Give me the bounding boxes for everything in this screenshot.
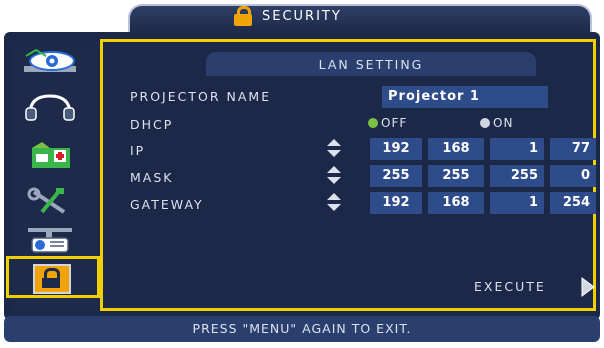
sidebar-item-picture[interactable] [18, 46, 82, 76]
sidebar-item-security[interactable] [6, 256, 100, 298]
execute-button[interactable]: EXECUTE [474, 279, 546, 294]
projector-name-label: PROJECTOR NAME [130, 89, 272, 104]
dhcp-label: DHCP [130, 117, 174, 132]
dhcp-off-label: OFF [381, 116, 408, 130]
footer-hint: PRESS "MENU" AGAIN TO EXIT. [4, 316, 600, 342]
radio-selected-icon [368, 118, 378, 128]
menu-title-tab [128, 4, 592, 34]
security-icon [33, 264, 71, 294]
projector-name-field[interactable]: Projector 1 [382, 86, 548, 108]
mask-label: MASK [130, 170, 174, 185]
gateway-octet-2[interactable]: 168 [428, 192, 484, 214]
ip-updown-icon[interactable] [326, 139, 342, 157]
panel-heading: LAN SETTING [206, 52, 536, 76]
chevron-right-icon[interactable] [580, 276, 596, 298]
projector-icon [28, 228, 72, 253]
ip-octet-4[interactable]: 77 [550, 138, 596, 160]
gateway-octet-3[interactable]: 1 [490, 192, 544, 214]
ip-octet-2[interactable]: 168 [428, 138, 484, 160]
mask-octet-3[interactable]: 255 [490, 165, 544, 187]
radio-unselected-icon [480, 118, 490, 128]
gateway-updown-icon[interactable] [326, 193, 342, 211]
gateway-label: GATEWAY [130, 197, 204, 212]
menu-title: SECURITY [262, 9, 342, 24]
mask-octet-1[interactable]: 255 [370, 165, 422, 187]
mask-octet-2[interactable]: 255 [428, 165, 484, 187]
ip-label: IP [130, 143, 146, 158]
sidebar-item-audio[interactable] [18, 92, 82, 122]
ip-octet-1[interactable]: 192 [370, 138, 422, 160]
mask-updown-icon[interactable] [326, 166, 342, 184]
sidebar-item-tools[interactable] [18, 186, 82, 216]
audio-icon [25, 94, 75, 121]
sidebar-item-setup[interactable] [18, 140, 82, 170]
dhcp-off-radio[interactable]: OFF [368, 116, 407, 130]
setup-icon [32, 142, 70, 168]
ip-octet-3[interactable]: 1 [490, 138, 544, 160]
dhcp-on-label: ON [493, 116, 514, 130]
tools-icon [27, 187, 66, 214]
dhcp-on-radio[interactable]: ON [480, 116, 513, 130]
gateway-octet-4[interactable]: 254 [550, 192, 596, 214]
lock-icon [234, 6, 252, 26]
sidebar-item-projector[interactable] [18, 224, 82, 254]
picture-icon [24, 48, 76, 72]
mask-octet-4[interactable]: 0 [550, 165, 596, 187]
gateway-octet-1[interactable]: 192 [370, 192, 422, 214]
